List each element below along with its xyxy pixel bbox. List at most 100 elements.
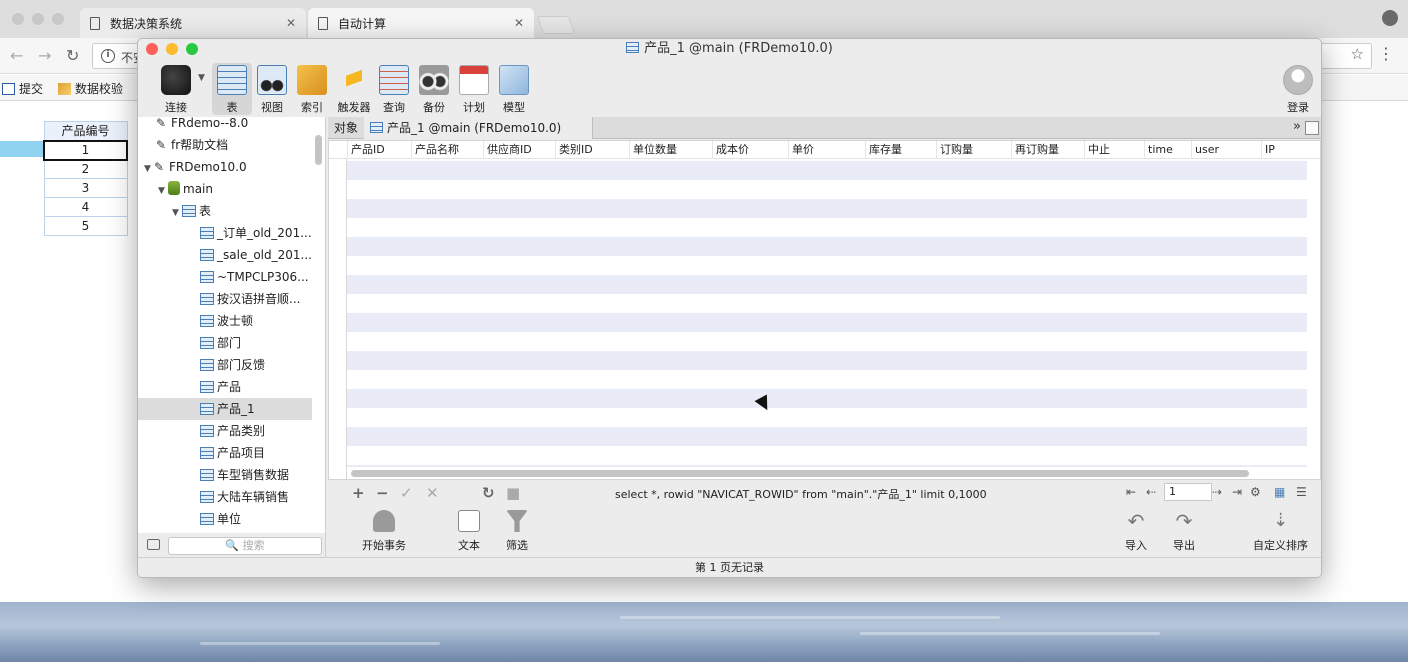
data-grid[interactable]: 产品ID 产品名称 供应商ID 类别ID 单位数量 成本价 单价 库存量 订购量…	[328, 140, 1321, 480]
next-page-icon[interactable]: ⇢	[1212, 485, 1222, 499]
toolbar-connect[interactable]: 连接	[156, 63, 196, 115]
custom-sort-button[interactable]: ⇣ 自定义排序	[1253, 510, 1308, 553]
horizontal-scrollbar[interactable]	[351, 470, 1249, 477]
column-header[interactable]: 订购量	[936, 141, 1011, 159]
browser-tab-autocalc[interactable]: 自动计算 ✕	[308, 8, 534, 38]
column-header[interactable]: 单价	[788, 141, 865, 159]
column-header[interactable]: 产品名称	[411, 141, 483, 159]
tree-item-table[interactable]: _订单_old_201...	[138, 222, 312, 244]
first-page-icon[interactable]: ⇤	[1126, 485, 1136, 499]
toolbar-model[interactable]: 模型	[494, 63, 534, 115]
toolbar-trigger[interactable]: 触发器	[334, 63, 374, 115]
new-tab-button[interactable]	[536, 16, 576, 34]
expand-arrow-icon[interactable]: ▼	[172, 202, 182, 222]
back-icon[interactable]: ←	[10, 46, 23, 65]
bookmark-submit[interactable]: 提交	[2, 80, 43, 97]
discard-changes-icon[interactable]: ✕	[426, 484, 439, 502]
export-button[interactable]: ↷ 导出	[1173, 510, 1195, 553]
close-window-button[interactable]	[12, 13, 24, 25]
tree-item-table[interactable]: 产品	[138, 376, 312, 398]
column-header[interactable]: time	[1144, 141, 1191, 159]
zoom-window-button[interactable]	[52, 13, 64, 25]
column-header[interactable]: 供应商ID	[483, 141, 555, 159]
toolbar-query[interactable]: 查询	[374, 63, 414, 115]
menu-icon[interactable]: ⋮	[1378, 44, 1394, 63]
form-view-icon[interactable]: ☰	[1296, 485, 1307, 499]
tree-item-table[interactable]: 产品类别	[138, 420, 312, 442]
refresh-icon[interactable]: ↻	[482, 484, 495, 502]
column-header[interactable]: IP	[1261, 141, 1320, 159]
tree-item-table[interactable]: 单位	[138, 508, 312, 530]
tree-item-fr-help[interactable]: ✎ fr帮助文档	[138, 134, 312, 156]
minimize-button[interactable]	[166, 43, 178, 55]
sheet-cell[interactable]: 3	[43, 178, 128, 198]
tree-search-input[interactable]: 🔍 搜索	[168, 537, 322, 555]
column-header[interactable]: 产品ID	[347, 141, 413, 159]
stop-icon[interactable]: ■	[506, 484, 520, 502]
sheet-cell[interactable]: 2	[43, 159, 128, 179]
tree-item-main[interactable]: ▼ main	[138, 178, 312, 200]
tree-item-table[interactable]: 车型销售数据	[138, 464, 312, 486]
tree-item-frdemo10[interactable]: ▼ ✎ FRDemo10.0	[138, 156, 312, 178]
toolbar-index[interactable]: 索引	[292, 63, 332, 115]
column-header[interactable]: 类别ID	[555, 141, 629, 159]
forward-icon[interactable]: →	[38, 46, 51, 65]
filter-button[interactable]: 筛选	[506, 510, 528, 553]
bookmark-star-icon[interactable]: ☆	[1351, 45, 1364, 63]
grid-view-icon[interactable]: ▦	[1274, 485, 1285, 499]
toggle-panel-icon[interactable]	[147, 539, 160, 550]
zoom-button[interactable]	[186, 43, 198, 55]
sidebar-scrollbar[interactable]	[315, 135, 322, 165]
more-tabs-icon[interactable]: »	[1293, 119, 1301, 134]
browser-tab-decision[interactable]: 数据决策系统 ✕	[80, 8, 306, 38]
info-icon[interactable]: i	[101, 49, 115, 63]
reload-icon[interactable]: ↻	[66, 46, 79, 65]
column-header[interactable]: 成本价	[712, 141, 788, 159]
toolbar-table[interactable]: 表	[212, 63, 252, 115]
account-icon[interactable]	[1382, 10, 1398, 26]
expand-arrow-icon[interactable]: ▼	[158, 180, 168, 200]
tree-item-table[interactable]: 部门反馈	[138, 354, 312, 376]
sheet-cell[interactable]: 4	[43, 197, 128, 217]
calendar-icon[interactable]	[1305, 121, 1319, 135]
begin-transaction-button[interactable]: 开始事务	[362, 510, 406, 553]
page-number-input[interactable]: 1	[1164, 483, 1212, 501]
prev-page-icon[interactable]: ⇠	[1146, 485, 1156, 499]
close-button[interactable]	[146, 43, 158, 55]
tree-item-table[interactable]: _sale_old_201...	[138, 244, 312, 266]
add-record-icon[interactable]: +	[352, 484, 365, 502]
sheet-cell[interactable]: 5	[43, 216, 128, 236]
minimize-window-button[interactable]	[32, 13, 44, 25]
tree-item-table[interactable]: 按汉语拼音顺...	[138, 288, 312, 310]
tree-item-table[interactable]: ~TMPCLP306...	[138, 266, 312, 288]
chevron-down-icon[interactable]: ▼	[198, 73, 205, 83]
close-tab-icon[interactable]: ✕	[514, 16, 524, 30]
tree-item-table[interactable]: 部门	[138, 332, 312, 354]
toolbar-schedule[interactable]: 计划	[454, 63, 494, 115]
expand-arrow-icon[interactable]: ▼	[144, 158, 154, 178]
toolbar-backup[interactable]: 备份	[414, 63, 454, 115]
column-header[interactable]: 再订购量	[1011, 141, 1084, 159]
bookmark-validate[interactable]: 数据校验	[58, 80, 123, 97]
column-header[interactable]: 中止	[1084, 141, 1144, 159]
tree-item-frdemo8[interactable]: ✎ FRdemo--8.0	[138, 117, 312, 134]
tree-item-table[interactable]: 产品项目	[138, 442, 312, 464]
apply-changes-icon[interactable]: ✓	[400, 484, 413, 502]
column-header[interactable]: 库存量	[865, 141, 936, 159]
toolbar-view[interactable]: 视图	[252, 63, 292, 115]
tab-objects[interactable]: 对象	[328, 117, 366, 139]
last-page-icon[interactable]: ⇥	[1232, 485, 1242, 499]
tree-item-table-selected[interactable]: 产品_1	[138, 398, 312, 420]
tree-item-table[interactable]: 大陆车辆销售	[138, 486, 312, 508]
tree-item-table[interactable]: 波士顿	[138, 310, 312, 332]
column-header[interactable]: 单位数量	[629, 141, 712, 159]
gear-icon[interactable]: ⚙	[1250, 485, 1261, 499]
tab-table-product1[interactable]: 产品_1 @main (FRDemo10.0)✕	[364, 117, 593, 157]
login-button[interactable]: 登录	[1283, 65, 1313, 115]
close-tab-icon[interactable]: ✕	[286, 16, 296, 30]
text-button[interactable]: 文本	[458, 510, 480, 553]
tree-item-tables[interactable]: ▼ 表	[138, 200, 312, 222]
column-header[interactable]: user	[1191, 141, 1261, 159]
sheet-cell[interactable]: 1	[43, 139, 128, 161]
delete-record-icon[interactable]: −	[376, 484, 389, 502]
